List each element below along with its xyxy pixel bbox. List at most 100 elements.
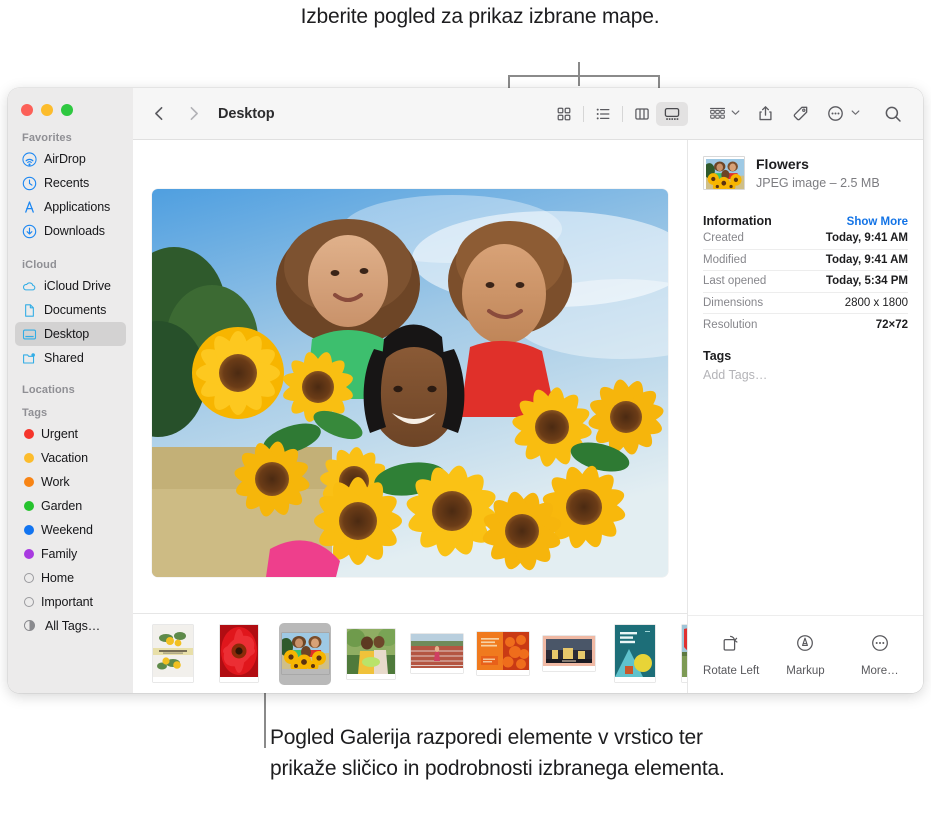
sidebar-item-label: iCloud Drive [44, 279, 111, 293]
sidebar-item-desktop[interactable]: Desktop [15, 322, 126, 346]
rotate-left-icon [721, 633, 741, 658]
thumbnail-marketing-plan [615, 625, 655, 682]
tag-circle-outline-icon [24, 597, 34, 607]
shared-folder-icon [22, 351, 37, 366]
add-tags-field[interactable]: Add Tags… [703, 368, 908, 382]
icon-view-button[interactable] [550, 102, 578, 126]
list-item[interactable] [675, 623, 687, 685]
sidebar-item-label: Garden [41, 499, 82, 513]
list-item[interactable] [609, 623, 661, 685]
gallery-view-button[interactable] [656, 102, 688, 126]
tag-dot-icon [24, 477, 34, 487]
info-panel: Flowers JPEG image – 2.5 MB Information … [687, 140, 923, 693]
search-button[interactable] [879, 102, 907, 126]
markup-button[interactable]: Markup [770, 633, 840, 677]
list-view-button[interactable] [589, 102, 617, 126]
preview-image-flowers[interactable] [152, 189, 668, 577]
sidebar-item-label: Important [41, 595, 93, 609]
clock-icon [22, 176, 37, 191]
group-by-button[interactable] [705, 102, 729, 126]
sidebar-header-tags: Tags [8, 405, 133, 422]
rotate-left-button[interactable]: Rotate Left [696, 633, 766, 677]
sidebar-item-label: AirDrop [44, 152, 86, 166]
airdrop-icon [22, 152, 37, 167]
sidebar-group-tags: Tags Urgent Vacation Work Garden [8, 405, 133, 638]
desktop-icon [22, 327, 37, 342]
download-icon [22, 224, 37, 239]
thumbnail-district-poster [153, 625, 193, 682]
info-key: Modified [703, 254, 746, 266]
info-row-resolution: Resolution 72×72 [703, 314, 908, 336]
sidebar-item-icloud-drive[interactable]: iCloud Drive [15, 274, 126, 298]
all-tags-icon [23, 619, 38, 634]
finder-window: Favorites AirDrop [8, 88, 923, 693]
sidebar-item-recents[interactable]: Recents [15, 171, 126, 195]
gallery-filmstrip[interactable] [133, 613, 687, 693]
sidebar-item-tag-vacation[interactable]: Vacation [15, 446, 126, 470]
sidebar-item-downloads[interactable]: Downloads [15, 219, 126, 243]
list-item[interactable] [411, 623, 463, 685]
info-value: 72×72 [876, 319, 908, 331]
info-value: Today, 9:41 AM [826, 232, 908, 244]
window-controls[interactable] [8, 88, 133, 116]
appstore-icon [22, 200, 37, 215]
file-info-text: Flowers JPEG image – 2.5 MB [756, 156, 880, 190]
sidebar-item-label: Home [41, 571, 74, 585]
sidebar-item-airdrop[interactable]: AirDrop [15, 147, 126, 171]
file-name: Flowers [756, 156, 880, 173]
zoom-button[interactable] [61, 104, 73, 116]
list-item[interactable] [345, 623, 397, 685]
tags-button[interactable] [786, 102, 814, 126]
sidebar-item-tag-garden[interactable]: Garden [15, 494, 126, 518]
toolbar-actions [550, 102, 907, 126]
sidebar-header-icloud: iCloud [8, 257, 133, 274]
callout-top-text: Izberite pogled za prikaz izbrane mape. [290, 2, 670, 31]
close-button[interactable] [21, 104, 33, 116]
sidebar-item-tag-urgent[interactable]: Urgent [15, 422, 126, 446]
sidebar-item-tag-work[interactable]: Work [15, 470, 126, 494]
more-circle-icon [870, 633, 890, 658]
list-item-selected[interactable] [279, 623, 331, 685]
minimize-button[interactable] [41, 104, 53, 116]
thumbnail-red-dahlia [220, 625, 258, 682]
file-header: Flowers JPEG image – 2.5 MB [703, 156, 908, 190]
sidebar-item-tag-family[interactable]: Family [15, 542, 126, 566]
sidebar-item-tag-weekend[interactable]: Weekend [15, 518, 126, 542]
sidebar-item-tag-home[interactable]: Home [15, 566, 126, 590]
callout-bottom-text: Pogled Galerija razporedi elemente v vrs… [270, 722, 750, 784]
list-item[interactable] [213, 623, 265, 685]
info-key: Last opened [703, 275, 766, 287]
sidebar-item-applications[interactable]: Applications [15, 195, 126, 219]
info-row-modified: Modified Today, 9:41 AM [703, 250, 908, 272]
chevron-down-icon[interactable] [850, 105, 861, 123]
info-value: 2800 x 1800 [845, 297, 908, 309]
list-item[interactable] [477, 623, 529, 685]
callout-top-leader-stem [578, 62, 580, 86]
sidebar-item-all-tags[interactable]: All Tags… [15, 614, 126, 638]
breadcrumb[interactable]: Desktop [218, 106, 275, 122]
show-more-link[interactable]: Show More [847, 216, 908, 228]
sidebar-item-label: All Tags… [45, 619, 100, 633]
sidebar-item-tag-important[interactable]: Important [15, 590, 126, 614]
tag-dot-icon [24, 549, 34, 559]
chevron-down-icon[interactable] [730, 105, 741, 123]
back-button[interactable] [146, 101, 172, 127]
list-item[interactable] [543, 623, 595, 685]
toolbar-divider [622, 106, 623, 122]
document-icon [22, 303, 37, 318]
toolbar: Desktop [133, 88, 923, 140]
list-item[interactable] [147, 623, 199, 685]
sidebar-item-label: Work [41, 475, 70, 489]
forward-button[interactable] [180, 101, 206, 127]
sidebar-item-shared[interactable]: Shared [15, 346, 126, 370]
column-view-button[interactable] [628, 102, 656, 126]
tag-circle-outline-icon [24, 573, 34, 583]
more-actions-button[interactable]: More… [845, 633, 915, 677]
sidebar-item-label: Documents [44, 303, 106, 317]
info-actions: Rotate Left Markup [688, 615, 923, 693]
section-title-tags: Tags [703, 349, 908, 363]
markup-icon [795, 633, 815, 658]
more-button[interactable] [821, 102, 849, 126]
sidebar-item-documents[interactable]: Documents [15, 298, 126, 322]
share-button[interactable] [751, 102, 779, 126]
